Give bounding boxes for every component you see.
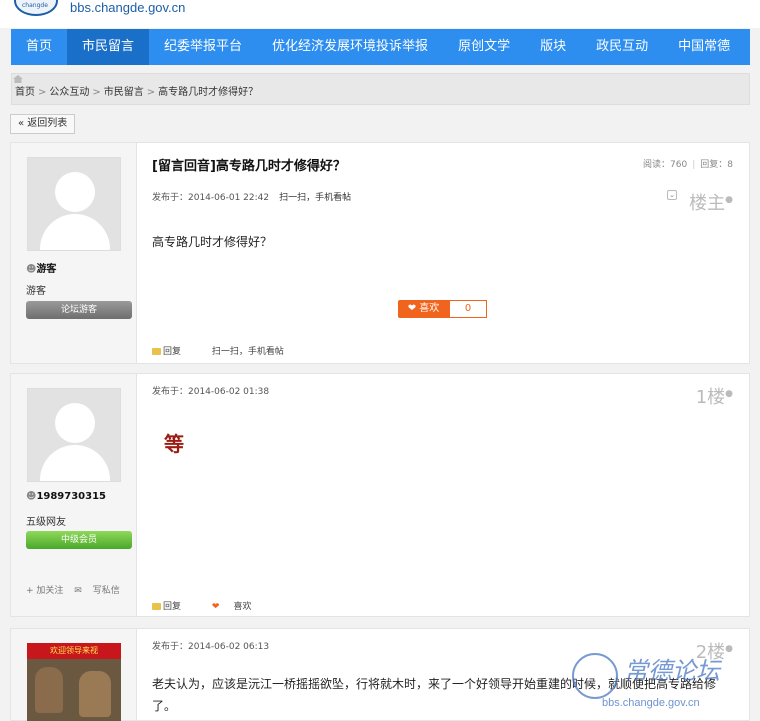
post-meta: 发布于：2014-06-02 06:13: [152, 639, 269, 652]
author-level: 游客: [26, 286, 46, 297]
breadcrumb-trail: 首页 > 公众互动 > 市民留言 > 高专路几时才修得好？: [15, 87, 259, 98]
breadcrumb-home[interactable]: 首页: [15, 87, 35, 98]
post-meta: 发布于：2014-06-02 01:38: [152, 384, 269, 397]
watermark: 常德论坛 bbs.changde.gov.cn: [572, 647, 756, 717]
post-actions: 回复 扫一扫，手机看帖: [152, 344, 298, 357]
reply-icon: [152, 348, 161, 355]
nav-item-citizen-messages[interactable]: 市民留言: [67, 29, 150, 65]
main-nav: 首页 市民留言 纪委举报平台 优化经济发展环境投诉举报 原创文学 版块 政民互动…: [11, 29, 750, 65]
follow-button[interactable]: + 加关注: [26, 586, 63, 596]
thread-stats: 阅读：760 | 回复：8: [643, 160, 733, 170]
watermark-title: 常德论坛: [624, 657, 720, 685]
reply-icon: [152, 603, 161, 610]
breadcrumb-public-interaction[interactable]: 公众互动: [49, 87, 89, 98]
user-icon: ☻: [26, 264, 37, 275]
author-panel: ☻游客 游客 论坛游客: [11, 143, 137, 363]
author-name-row[interactable]: ☻1989730315: [26, 491, 106, 502]
top-bar: changde bbs.changde.gov.cn: [0, 0, 760, 28]
user-icon: ☻: [26, 491, 37, 502]
reply-button[interactable]: 回复: [152, 347, 195, 357]
breadcrumb-citizen-messages[interactable]: 市民留言: [104, 87, 144, 98]
nav-item-home[interactable]: 首页: [11, 29, 67, 65]
post-time: 发布于：2014-06-02 06:13: [152, 642, 270, 652]
author-name: 1989730315: [36, 491, 107, 502]
post-time: 发布于：2014-06-01 22:42: [152, 193, 270, 203]
author-panel: 欢迎领导来视: [11, 629, 137, 721]
nav-item-original-literature[interactable]: 原创文学: [443, 29, 525, 65]
post-content: 高专路几时才修得好？: [152, 235, 273, 249]
watermark-url: bbs.changde.gov.cn: [602, 697, 700, 709]
reply-button[interactable]: 回复: [152, 602, 195, 612]
post-meta: 发布于：2014-06-01 22:42 扫一扫，手机看帖: [152, 190, 351, 203]
nav-item-economic-complaints[interactable]: 优化经济发展环境投诉举报: [257, 29, 443, 65]
avatar-banner: 欢迎领导来视: [27, 643, 121, 659]
like-link[interactable]: ❤ 喜欢: [212, 602, 266, 612]
reply-count: 回复：8: [700, 160, 733, 170]
back-to-list-button[interactable]: « 返回列表: [10, 114, 76, 134]
nav-item-gov-interaction[interactable]: 政民互动: [581, 29, 663, 65]
scan-bottom-link[interactable]: 扫一扫，手机看帖: [212, 347, 284, 357]
site-domain[interactable]: bbs.changde.gov.cn: [70, 0, 185, 15]
author-name: 游客: [36, 264, 57, 275]
avatar[interactable]: [27, 388, 121, 482]
post-op: ☻游客 游客 论坛游客 [留言回音]高专路几时才修得好？ 阅读：760 | 回复：8…: [10, 142, 750, 364]
avatar[interactable]: [27, 157, 121, 251]
floor-label: 1楼●: [695, 387, 733, 408]
nav-item-discipline-report[interactable]: 纪委举报平台: [149, 29, 257, 65]
breadcrumb: 首页 > 公众互动 > 市民留言 > 高专路几时才修得好？: [11, 73, 750, 105]
nav-item-boards[interactable]: 版块: [525, 29, 581, 65]
heart-icon: ❤: [407, 303, 417, 314]
like-count: 0: [449, 300, 487, 318]
collapse-icon[interactable]: ⌄: [667, 190, 677, 200]
author-panel: ☻1989730315 五级网友 中级会员 + 加关注 ✉ 写私信: [11, 374, 137, 616]
breadcrumb-current: 高专路几时才修得好？: [158, 87, 259, 98]
mail-icon: ✉: [74, 586, 82, 596]
floor-label: 楼主●: [689, 193, 733, 214]
like-button[interactable]: ❤ 喜欢: [398, 300, 449, 318]
author-level: 五级网友: [26, 517, 66, 528]
author-badge: 论坛游客: [26, 301, 132, 319]
author-name-row[interactable]: ☻游客: [26, 260, 56, 275]
site-logo[interactable]: changde: [14, 0, 58, 16]
heart-icon: ❤: [211, 602, 220, 612]
content-image: 等: [164, 432, 184, 456]
thread-title: [留言回音]高专路几时才修得好？: [152, 159, 346, 174]
post-floor-1: ☻1989730315 五级网友 中级会员 + 加关注 ✉ 写私信 发布于：20…: [10, 373, 750, 617]
post-time: 发布于：2014-06-02 01:38: [152, 387, 270, 397]
author-badge: 中级会员: [26, 531, 132, 549]
nav-item-china-changde[interactable]: 中国常德: [663, 29, 745, 65]
view-count: 阅读：760: [643, 160, 688, 170]
scan-link[interactable]: 扫一扫，手机看帖: [279, 193, 351, 203]
message-button[interactable]: ✉ 写私信: [74, 586, 127, 596]
avatar[interactable]: 欢迎领导来视: [27, 643, 121, 721]
watermark-seal: [572, 653, 618, 699]
author-links: + 加关注 ✉ 写私信: [26, 583, 136, 596]
post-actions: 回复 ❤ 喜欢: [152, 599, 279, 612]
